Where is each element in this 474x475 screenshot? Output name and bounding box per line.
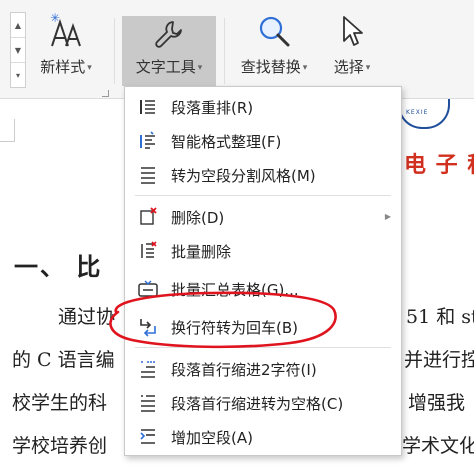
body-line-right: 51 和 st <box>406 306 474 328</box>
menu-item-label: 批量汇总表格(G)... <box>171 280 299 299</box>
paragraph-reflow-icon <box>125 97 171 117</box>
delete-icon <box>125 207 171 227</box>
body-line-left: 学校培养创 <box>12 435 108 457</box>
menu-item-paragraph-reflow[interactable]: 段落重排(R) <box>125 90 401 124</box>
batch-delete-icon <box>125 241 171 261</box>
gallery-expand-icon[interactable]: ▾ <box>11 63 25 87</box>
body-line-right: 增强我 <box>408 392 466 414</box>
select-label: 选择 <box>333 58 364 76</box>
svg-text:✳: ✳ <box>50 12 60 25</box>
chevron-down-icon: ▾ <box>197 62 203 73</box>
wrench-icon <box>153 16 185 52</box>
menu-item-label: 段落首行缩进2字符(I) <box>171 360 317 379</box>
menu-item-smart-format[interactable]: 智能格式整理(F) <box>125 124 401 158</box>
school-logo: KEXIE <box>398 99 450 129</box>
body-line-left: 的 C 语言编 <box>12 349 115 371</box>
group-launcher-icon[interactable] <box>102 90 109 97</box>
text-tools-label: 文字工具 <box>135 58 196 76</box>
margin-marker <box>0 119 15 142</box>
style-gallery-scroller[interactable]: ▲ ▼ ▾ <box>10 12 26 88</box>
first-line-indent-icon <box>125 359 171 379</box>
brand-text: 电 子 科 <box>404 152 474 178</box>
indent-to-space-icon <box>125 393 171 413</box>
menu-item-label: 转为空段分割风格(M) <box>171 166 316 185</box>
cursor-arrow-icon <box>339 10 365 52</box>
batch-table-icon <box>125 279 171 299</box>
menu-item-first-line-indent[interactable]: 段落首行缩进2字符(I) <box>125 352 401 386</box>
menu-item-label: 段落首行缩进转为空格(C) <box>171 394 344 413</box>
menu-separator <box>135 195 391 196</box>
menu-item-indent-to-space[interactable]: 段落首行缩进转为空格(C) <box>125 386 401 420</box>
menu-item-batch-delete[interactable]: 批量删除 <box>125 234 401 268</box>
chevron-down-icon: ▾ <box>302 62 308 73</box>
smart-format-icon <box>125 131 171 151</box>
find-replace-button[interactable]: 查找替换 ▾ <box>232 10 316 86</box>
new-style-button[interactable]: ✳ 新样式 ▾ <box>34 10 98 86</box>
text-tools-button[interactable]: 文字工具 ▾ <box>122 16 216 86</box>
ribbon-divider <box>114 18 115 84</box>
menu-item-label: 删除(D) <box>171 208 225 227</box>
menu-item-linebreak-to-enter[interactable]: 换行符转为回车(B) <box>125 310 401 344</box>
search-icon <box>257 10 291 52</box>
menu-item-label: 智能格式整理(F) <box>171 132 282 151</box>
body-line-right: 学术文化 <box>402 435 474 457</box>
menu-item-delete[interactable]: 删除(D) ▶ <box>125 200 401 234</box>
menu-item-label: 换行符转为回车(B) <box>171 318 298 337</box>
menu-item-label: 段落重排(R) <box>171 98 254 117</box>
section-heading: 一、 比 <box>14 252 103 281</box>
empty-paragraph-split-icon <box>125 165 171 185</box>
text-tools-menu: 段落重排(R) 智能格式整理(F) 转为空段分割风格(M) 删除(D) ▶ 批量… <box>124 86 402 456</box>
menu-item-label: 增加空段(A) <box>171 428 253 447</box>
scroll-up-icon[interactable]: ▲ <box>11 13 25 38</box>
menu-item-empty-paragraph-split[interactable]: 转为空段分割风格(M) <box>125 158 401 192</box>
new-style-label: 新样式 <box>40 58 86 76</box>
add-empty-paragraph-icon <box>125 427 171 447</box>
find-replace-label: 查找替换 <box>240 58 301 76</box>
ribbon-divider <box>224 18 225 84</box>
logo-text: KEXIE <box>406 109 429 116</box>
select-button[interactable]: 选择 ▾ <box>326 10 378 86</box>
menu-separator <box>135 347 391 348</box>
scroll-down-icon[interactable]: ▼ <box>11 38 25 63</box>
body-line-left: 通过协 <box>58 306 116 328</box>
ribbon-toolbar: ▲ ▼ ▾ ✳ 新样式 ▾ 文字工具 ▾ 查找替换 ▾ 选择 ▾ <box>0 0 474 99</box>
submenu-arrow-icon: ▶ <box>384 212 391 221</box>
new-style-icon: ✳ <box>48 10 84 52</box>
linebreak-to-enter-icon <box>125 316 171 338</box>
chevron-down-icon: ▾ <box>87 62 92 73</box>
menu-item-add-empty-paragraph[interactable]: 增加空段(A) <box>125 420 401 454</box>
chevron-down-icon: ▾ <box>365 62 371 73</box>
menu-item-label: 批量删除 <box>171 242 232 261</box>
body-line-left: 校学生的科 <box>12 392 108 414</box>
body-line-right: 并进行控 <box>404 349 474 371</box>
menu-item-batch-table[interactable]: 批量汇总表格(G)... <box>125 272 401 306</box>
